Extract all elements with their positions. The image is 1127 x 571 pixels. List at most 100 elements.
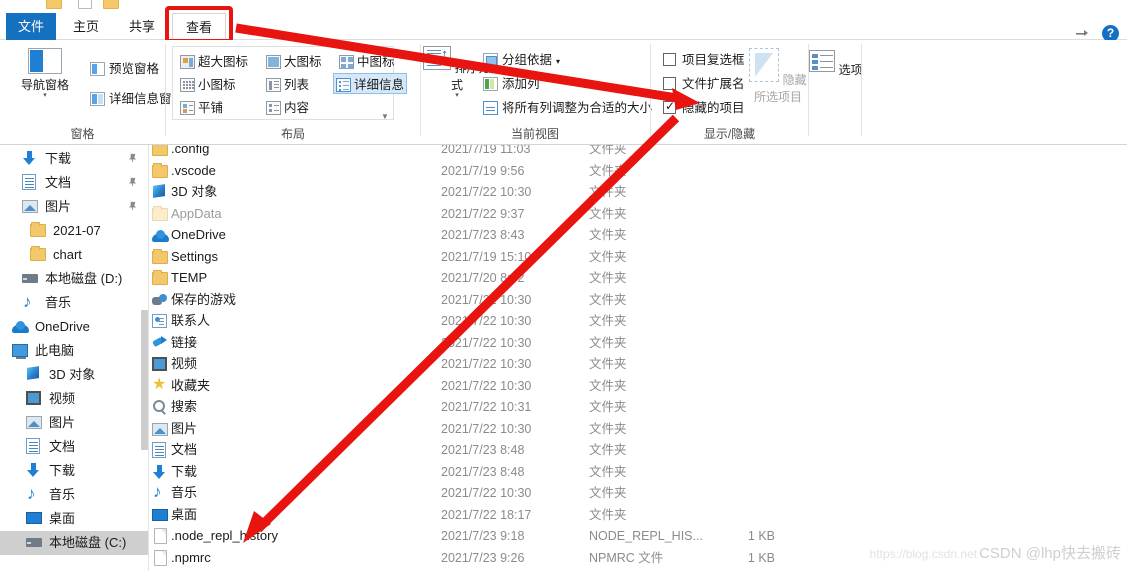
3d-objects-icon [152,184,168,200]
table-row[interactable]: 视频 2021/7/22 10:30 文件夹 [149,353,1127,375]
group-by-button[interactable]: 分组依据 ▾ [483,49,560,68]
pin-ribbon-icon[interactable] [1075,26,1091,40]
sidebar-item-0[interactable]: 下载 [0,147,148,171]
table-row[interactable]: 链接 2021/7/22 10:30 文件夹 [149,332,1127,354]
checkbox-unchecked-icon[interactable] [663,53,676,66]
file-size-cell: 1 KB [747,529,775,543]
folder-icon [152,145,168,157]
hidden-items-option[interactable]: 隐藏的项目 [663,97,745,116]
sidebar-item-label: 2021-07 [53,223,101,238]
table-row[interactable]: 图片 2021/7/22 10:30 文件夹 [149,418,1127,440]
sidebar-item-label: 本地磁盘 (C:) [49,535,127,550]
table-row[interactable]: TEMP 2021/7/20 8:42 文件夹 [149,267,1127,289]
gallery-more-icon[interactable]: ▾ [379,82,391,93]
navigation-pane-icon [28,48,62,74]
layout-small-icons[interactable]: 小图标 [177,73,239,94]
file-extensions-option[interactable]: 文件扩展名 [663,73,745,92]
layout-content[interactable]: 内容 [263,96,312,117]
preview-pane-button[interactable]: 预览窗格 [90,58,159,77]
fit-columns-icon [483,101,498,115]
file-type-cell: 文件夹 [589,464,627,479]
sidebar-item-4[interactable]: chart [0,243,148,267]
table-row[interactable]: 联系人 2021/7/22 10:30 文件夹 [149,310,1127,332]
layout-tiles[interactable]: 平铺 [177,96,226,117]
sidebar-item-13[interactable]: 下载 [0,459,148,483]
content-icon [266,101,281,115]
table-row[interactable]: 3D 对象 2021/7/22 10:30 文件夹 [149,181,1127,203]
ribbon-divider-5 [861,44,862,136]
tab-home[interactable]: 主页 [60,13,112,40]
chevron-down-icon[interactable]: ▾ [423,92,491,99]
table-row[interactable]: 桌面 2021/7/22 18:17 文件夹 [149,504,1127,526]
table-row[interactable]: Settings 2021/7/19 15:10 文件夹 [149,246,1127,268]
sidebar-item-15[interactable]: 桌面 [0,507,148,531]
drive-icon [22,270,39,286]
layout-extra-large-icons[interactable]: 超大图标 [177,50,251,71]
pictures-icon-glyph [152,422,168,436]
sidebar-item-7[interactable]: OneDrive [0,315,148,339]
sidebar-item-5[interactable]: 本地磁盘 (D:) [0,267,148,291]
table-row[interactable]: .vscode 2021/7/19 9:56 文件夹 [149,160,1127,182]
item-checkboxes-label: 项目复选框 [682,53,745,67]
table-row[interactable]: 下载 2021/7/23 8:48 文件夹 [149,461,1127,483]
sidebar-item-6[interactable]: 音乐 [0,290,148,315]
file-name-cell: 下载 [171,463,198,479]
file-type-cell: 文件夹 [589,271,627,285]
table-row[interactable]: 搜索 2021/7/22 10:31 文件夹 [149,396,1127,418]
table-row[interactable]: 音乐 2021/7/22 10:30 文件夹 [149,481,1127,504]
scroll-down-icon[interactable]: ▼ [379,111,391,122]
watermark-url: https://blog.csdn.net [869,547,978,561]
table-row[interactable]: .config 2021/7/19 11:03 文件夹 [149,145,1127,160]
sidebar-item-3[interactable]: 2021-07 [0,219,148,243]
music-icon-glyph [22,290,36,314]
sidebar-item-12[interactable]: 文档 [0,435,148,459]
file-date-cell: 2021/7/19 11:03 [441,145,531,156]
tab-file[interactable]: 文件 [6,13,56,40]
layout-large-icons[interactable]: 大图标 [263,50,325,71]
file-size-cell: 1 KB [747,550,775,565]
sidebar-item-10[interactable]: 视频 [0,387,148,411]
sidebar-item-2[interactable]: 图片 [0,195,148,219]
hidden-items-label: 隐藏的项目 [682,101,745,115]
file-type-cell: 文件夹 [589,228,627,242]
sidebar-item-8[interactable]: 此电脑 [0,339,148,363]
onedrive-icon-glyph [12,321,29,333]
checkbox-checked-icon[interactable] [663,99,676,114]
file-type-cell: 文件夹 [589,486,627,500]
tab-share[interactable]: 共享 [116,13,168,40]
sidebar-item-14[interactable]: 音乐 [0,482,148,507]
layout-gallery-scrollbar[interactable]: ▲ ▾ ▼ [379,49,391,122]
checkbox-unchecked-icon[interactable] [663,77,676,90]
navigation-pane-button[interactable]: 导航窗格 ▾ [8,48,82,99]
layout-list[interactable]: 列表 [263,73,312,94]
table-row[interactable]: 收藏夹 2021/7/22 10:30 文件夹 [149,374,1127,397]
sidebar-item-9[interactable]: 3D 对象 [0,363,148,387]
pin-icon[interactable] [127,153,138,164]
folder-icon-glyph [152,248,168,264]
pictures-icon-glyph [26,416,42,429]
chevron-down-icon[interactable]: ▾ [8,92,82,99]
add-column-label: 添加列 [502,77,540,91]
table-row[interactable]: AppData 2021/7/22 9:37 文件夹 [149,203,1127,225]
drive-icon [26,534,43,550]
layout-details[interactable]: 详细信息 [333,73,408,94]
tab-view[interactable]: 查看 [172,13,226,40]
size-all-columns-button[interactable]: 将所有列调整为合适的大小 [483,97,652,116]
sidebar-item-16[interactable]: 本地磁盘 (C:) [0,531,148,555]
item-checkboxes-option[interactable]: 项目复选框 [663,49,745,68]
pin-icon[interactable] [127,201,138,212]
file-date-cell: 2021/7/23 9:26 [441,550,525,565]
sidebar-item-label: 文档 [45,175,72,190]
table-row[interactable]: OneDrive 2021/7/23 8:43 文件夹 [149,224,1127,246]
pin-icon[interactable] [127,177,138,188]
table-row[interactable]: 文档 2021/7/23 8:48 文件夹 [149,439,1127,461]
tiles-icon [180,101,195,115]
add-column-button[interactable]: 添加列 [483,73,540,92]
sidebar-item-1[interactable]: 文档 [0,171,148,195]
chevron-down-icon[interactable]: ▾ [556,57,560,66]
sidebar-scroll-thumb[interactable] [141,310,148,450]
table-row[interactable]: 保存的游戏 2021/7/22 10:30 文件夹 [149,289,1127,311]
sort-by-button[interactable]: ↑ 排序方式 ▾ [423,46,491,99]
scroll-up-icon[interactable]: ▲ [379,49,391,60]
sidebar-item-11[interactable]: 图片 [0,411,148,435]
